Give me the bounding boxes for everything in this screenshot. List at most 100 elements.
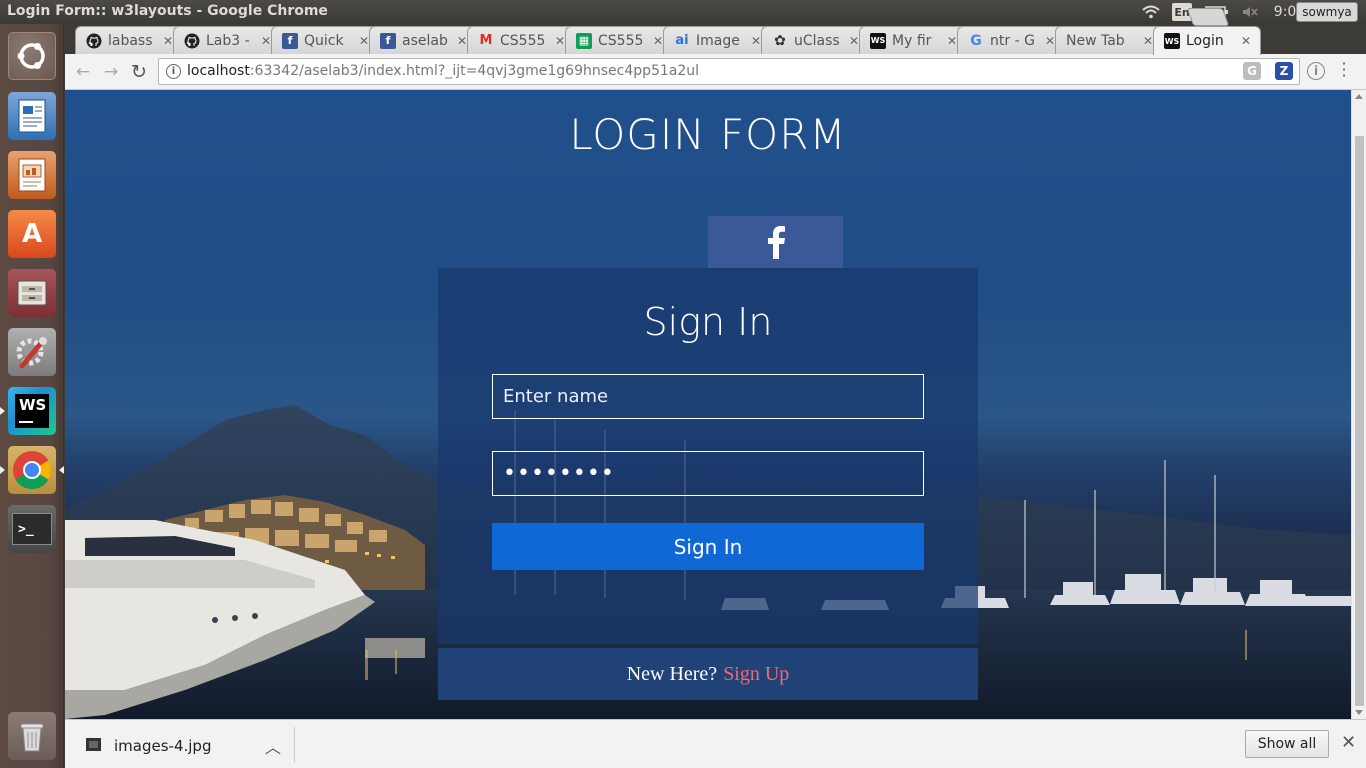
facebook-icon: f bbox=[282, 32, 298, 49]
tab-label: aselab bbox=[402, 32, 448, 49]
signin-button[interactable]: Sign In bbox=[492, 523, 924, 570]
download-filename[interactable]: images-4.jpg bbox=[114, 737, 211, 755]
google-icon: G bbox=[970, 32, 982, 49]
back-button[interactable]: ← bbox=[71, 60, 95, 84]
browser-tab[interactable]: labass ✕ bbox=[75, 26, 183, 54]
browser-tab[interactable]: ✿ uClass ✕ bbox=[761, 26, 869, 54]
tab-label: labass bbox=[108, 32, 153, 49]
impress-presentation-icon bbox=[8, 151, 56, 199]
signup-bar: New Here? Sign Up bbox=[438, 648, 978, 700]
webstorm-launcher[interactable]: WS bbox=[0, 385, 58, 437]
new-tab-button[interactable] bbox=[1186, 8, 1230, 26]
scroll-up-arrow-icon[interactable] bbox=[1355, 94, 1363, 99]
trash-launcher[interactable] bbox=[6, 710, 58, 762]
top-panel: Login Form:: w3layouts - Google Chrome E… bbox=[0, 0, 1366, 24]
system-settings-launcher[interactable] bbox=[6, 326, 58, 378]
facebook-login-button[interactable] bbox=[708, 216, 843, 268]
scrollbar-thumb[interactable] bbox=[1355, 136, 1364, 706]
files-launcher[interactable] bbox=[6, 267, 58, 319]
browser-tab[interactable]: f Quick ✕ bbox=[271, 26, 379, 54]
forward-arrow-icon: → bbox=[103, 62, 119, 82]
facebook-f-icon bbox=[767, 226, 785, 259]
ubuntu-logo-icon bbox=[8, 32, 56, 80]
login-panel: Sign In Enter name •••••••• Sign In bbox=[438, 268, 978, 644]
reload-button[interactable]: ↻ bbox=[127, 60, 151, 84]
uclass-icon: ✿ bbox=[774, 32, 786, 49]
extension-z-icon[interactable]: Z bbox=[1275, 62, 1293, 80]
webstorm-icon: WS bbox=[8, 387, 56, 435]
site-info-icon[interactable]: i bbox=[166, 64, 181, 79]
browser-tab[interactable]: WS Login ✕ bbox=[1153, 26, 1261, 55]
chevron-up-icon[interactable]: ︿ bbox=[265, 734, 281, 758]
password-input[interactable]: •••••••• bbox=[492, 451, 924, 496]
tab-label: Login bbox=[1186, 33, 1224, 49]
webstorm-icon: WS bbox=[1164, 33, 1180, 49]
software-bag-icon: A bbox=[8, 210, 56, 258]
launcher-running-indicator bbox=[0, 407, 5, 415]
vertical-scrollbar[interactable] bbox=[1351, 90, 1366, 719]
close-icon[interactable]: ✕ bbox=[1341, 732, 1356, 753]
signup-prompt: New Here? bbox=[626, 662, 718, 685]
browser-tab[interactable]: WS My fir ✕ bbox=[859, 26, 967, 54]
download-divider bbox=[294, 727, 295, 763]
show-all-button[interactable]: Show all bbox=[1245, 730, 1329, 758]
volume-muted-icon[interactable] bbox=[1240, 2, 1260, 22]
tab-label: CS555 bbox=[500, 32, 546, 49]
extension-circle-icon[interactable]: i bbox=[1307, 62, 1325, 80]
forward-button[interactable]: → bbox=[99, 60, 123, 84]
url-host: localhost bbox=[187, 63, 250, 79]
download-shelf: images-4.jpg ︿ Show all ✕ bbox=[65, 719, 1366, 768]
webstorm-icon-label: WS bbox=[19, 396, 47, 414]
settings-wrench-icon bbox=[8, 328, 56, 376]
browser-tab[interactable]: ai Image ✕ bbox=[663, 26, 771, 54]
browser-tab[interactable]: Gntr - G ✕ bbox=[957, 26, 1065, 54]
wifi-icon[interactable] bbox=[1140, 2, 1162, 22]
google-chrome-launcher[interactable] bbox=[0, 444, 64, 496]
launcher-running-indicator bbox=[0, 466, 5, 474]
url-text[interactable]: localhost:63342/aselab3/index.html?_ijt=… bbox=[187, 63, 699, 79]
tab-close-icon[interactable]: ✕ bbox=[1239, 34, 1253, 48]
facebook-icon: f bbox=[380, 32, 396, 49]
password-mask: •••••••• bbox=[503, 461, 615, 486]
browser-tab[interactable]: Lab3 - ✕ bbox=[173, 26, 281, 54]
sheets-icon: ▦ bbox=[576, 32, 592, 49]
tab-label: CS555 bbox=[598, 32, 644, 49]
tab-label: Quick bbox=[304, 32, 344, 49]
extension-g-icon[interactable]: G bbox=[1243, 62, 1261, 80]
launcher-focused-indicator bbox=[59, 466, 64, 474]
ubuntu-dash-button[interactable] bbox=[6, 30, 58, 82]
name-input[interactable]: Enter name bbox=[492, 374, 924, 419]
browser-tab[interactable]: M CS555 ✕ bbox=[467, 26, 575, 54]
scroll-down-arrow-icon[interactable] bbox=[1355, 710, 1363, 715]
tab-label: ntr - G bbox=[990, 32, 1035, 49]
address-bar[interactable]: i localhost:63342/aselab3/index.html?_ij… bbox=[158, 58, 1300, 85]
trash-icon bbox=[8, 712, 56, 760]
browser-tab[interactable]: New Tab ✕ bbox=[1055, 26, 1163, 54]
tab-label: Lab3 - bbox=[206, 32, 250, 49]
signup-link[interactable]: Sign Up bbox=[723, 663, 789, 686]
launcher: A WS >_ bbox=[0, 24, 64, 768]
back-arrow-icon: ← bbox=[75, 62, 91, 82]
ai-icon: ai bbox=[675, 33, 689, 48]
page-heading: LOGIN FORM bbox=[569, 110, 847, 159]
browser-tab[interactable]: f aselab ✕ bbox=[369, 26, 477, 54]
page-viewport: LOGIN FORM Sign In Enter name •••••••• S… bbox=[65, 90, 1351, 719]
github-icon bbox=[86, 33, 102, 49]
libreoffice-impress-launcher[interactable] bbox=[6, 149, 58, 201]
url-path: :63342/aselab3/index.html?_ijt=4qvj3gme1… bbox=[249, 63, 700, 79]
libreoffice-writer-launcher[interactable] bbox=[6, 90, 58, 142]
browser-tab[interactable]: ▦ CS555 ✕ bbox=[565, 26, 673, 54]
profile-button[interactable]: sowmya bbox=[1296, 2, 1358, 22]
tab-label: uClass bbox=[794, 32, 840, 49]
chrome-menu-icon[interactable]: · · · bbox=[1339, 56, 1349, 84]
github-icon bbox=[184, 33, 200, 49]
name-placeholder: Enter name bbox=[503, 386, 609, 407]
tab-label: New Tab bbox=[1066, 32, 1125, 49]
image-file-icon[interactable] bbox=[86, 738, 101, 751]
webstorm-icon: WS bbox=[870, 32, 886, 49]
reload-icon: ↻ bbox=[131, 61, 147, 83]
signin-title: Sign In bbox=[643, 300, 773, 344]
terminal-launcher[interactable]: >_ bbox=[6, 503, 58, 555]
ubuntu-software-launcher[interactable]: A bbox=[6, 208, 58, 260]
terminal-icon: >_ bbox=[8, 505, 56, 553]
